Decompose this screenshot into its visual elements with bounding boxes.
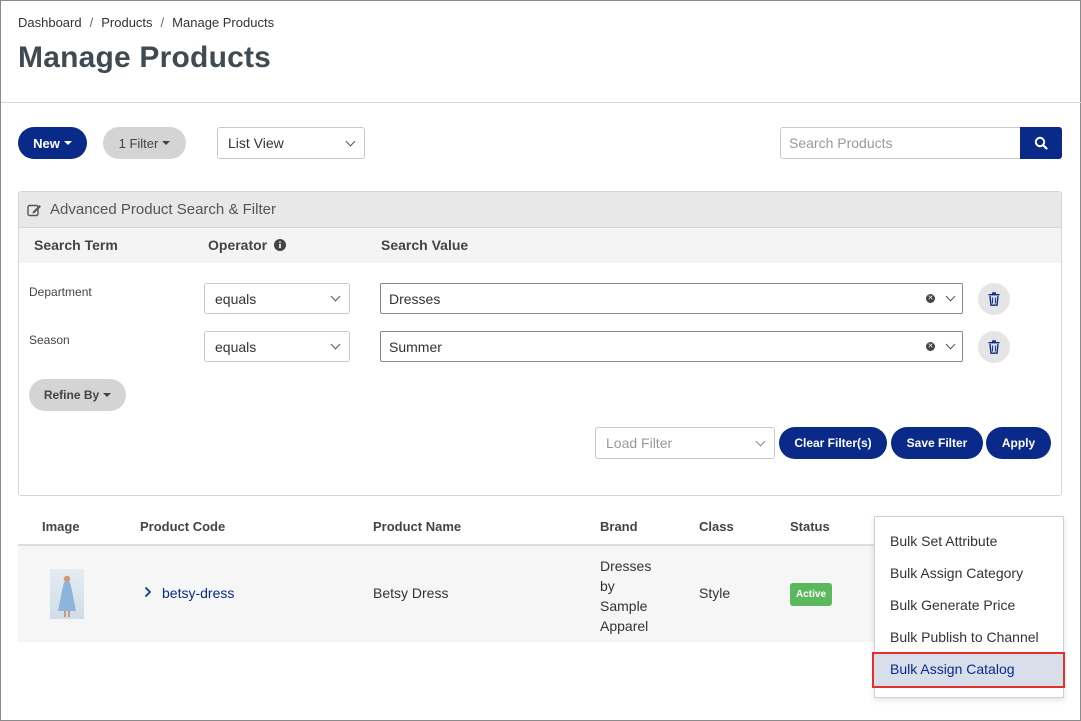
filter-value: Summer xyxy=(389,338,442,355)
new-button-label: New xyxy=(33,135,60,151)
caret-down-icon xyxy=(162,141,171,145)
brand-line: Apparel xyxy=(600,618,649,634)
filter-term-department: Department xyxy=(29,285,92,299)
search-products-input[interactable] xyxy=(780,127,1021,159)
chevron-right-icon xyxy=(144,586,152,598)
breadcrumb-dashboard[interactable]: Dashboard xyxy=(18,15,82,30)
new-button[interactable]: New xyxy=(18,127,87,159)
filter-term-season: Season xyxy=(29,333,70,347)
breadcrumb: Dashboard / Products / Manage Products xyxy=(18,15,274,30)
edit-icon xyxy=(27,203,42,217)
menu-item-bulk-publish-to-channel[interactable]: Bulk Publish to Channel xyxy=(890,629,1039,645)
operator-select-department[interactable]: equals xyxy=(204,283,350,314)
expand-row-button[interactable] xyxy=(144,585,152,601)
trash-icon xyxy=(988,340,1000,354)
col-operator: Operator xyxy=(208,237,287,253)
operator-value: equals xyxy=(215,338,257,355)
chevron-down-icon xyxy=(345,136,356,146)
operator-value: equals xyxy=(215,290,257,307)
th-status[interactable]: Status xyxy=(790,519,830,534)
clear-value-icon[interactable]: ✕ xyxy=(926,342,935,351)
clear-value-icon[interactable]: ✕ xyxy=(926,294,935,303)
filter-button-label: 1 Filter xyxy=(118,135,159,151)
value-select-department[interactable]: Dresses ✕ xyxy=(380,283,963,314)
save-filter-button[interactable]: Save Filter xyxy=(891,427,983,459)
col-search-term: Search Term xyxy=(34,237,118,253)
product-code-link[interactable]: betsy-dress xyxy=(162,585,234,601)
th-brand[interactable]: Brand xyxy=(600,519,638,534)
clear-filters-button[interactable]: Clear Filter(s) xyxy=(779,427,887,459)
menu-item-bulk-assign-category[interactable]: Bulk Assign Category xyxy=(890,565,1023,581)
caret-down-icon xyxy=(103,393,112,397)
filter-column-headers: Search Term Operator Search Value xyxy=(19,228,1061,263)
caret-down-icon xyxy=(63,141,72,145)
brand-line: Sample xyxy=(600,598,648,614)
menu-item-bulk-assign-catalog[interactable]: Bulk Assign Catalog xyxy=(890,661,1015,677)
info-icon[interactable] xyxy=(274,239,287,251)
chevron-down-icon[interactable] xyxy=(945,291,956,302)
load-filter-placeholder: Load Filter xyxy=(606,435,673,451)
view-select[interactable]: List View xyxy=(217,127,365,159)
status-badge: Active xyxy=(790,583,832,606)
panel-title: Advanced Product Search & Filter xyxy=(50,201,276,218)
brand-line: Dresses xyxy=(600,558,652,574)
chevron-down-icon[interactable] xyxy=(945,339,956,350)
operator-select-season[interactable]: equals xyxy=(204,331,350,362)
bulk-actions-list: Bulk Set Attribute Bulk Assign Category … xyxy=(874,516,1064,698)
product-name-cell: Betsy Dress xyxy=(373,585,449,601)
search-button[interactable] xyxy=(1020,127,1062,159)
header-divider xyxy=(1,102,1081,103)
brand-cell: Dresses by Sample Apparel xyxy=(600,556,651,636)
filter-value: Dresses xyxy=(389,290,441,307)
chevron-down-icon xyxy=(755,436,766,446)
breadcrumb-separator: / xyxy=(89,15,94,30)
brand-line: by xyxy=(600,578,615,594)
delete-filter-button[interactable] xyxy=(978,331,1010,363)
panel-header: Advanced Product Search & Filter xyxy=(19,192,1061,228)
th-product-code[interactable]: Product Code xyxy=(140,519,225,534)
col-operator-label: Operator xyxy=(208,237,268,253)
filter-toggle-button[interactable]: 1 Filter xyxy=(103,127,186,159)
menu-item-bulk-generate-price[interactable]: Bulk Generate Price xyxy=(890,597,1015,613)
refine-by-button[interactable]: Refine By xyxy=(29,379,126,411)
th-image: Image xyxy=(42,519,80,534)
search-icon xyxy=(1034,136,1048,150)
breadcrumb-products[interactable]: Products xyxy=(101,15,152,30)
col-search-value: Search Value xyxy=(381,237,469,253)
apply-button[interactable]: Apply xyxy=(986,427,1051,459)
dress-image xyxy=(58,575,76,617)
th-class[interactable]: Class xyxy=(699,519,734,534)
chevron-down-icon xyxy=(330,339,341,350)
menu-item-bulk-set-attribute[interactable]: Bulk Set Attribute xyxy=(890,533,997,549)
class-cell: Style xyxy=(699,585,731,601)
th-product-name[interactable]: Product Name xyxy=(373,519,461,534)
value-select-season[interactable]: Summer ✕ xyxy=(380,331,963,362)
view-select-value: List View xyxy=(228,135,284,151)
refine-by-label: Refine By xyxy=(43,388,100,402)
product-thumbnail[interactable] xyxy=(50,569,84,619)
trash-icon xyxy=(988,292,1000,306)
breadcrumb-current: Manage Products xyxy=(172,15,275,30)
delete-filter-button[interactable] xyxy=(978,283,1010,315)
breadcrumb-separator: / xyxy=(160,15,165,30)
load-filter-select[interactable]: Load Filter xyxy=(595,427,775,459)
chevron-down-icon xyxy=(330,291,341,302)
page-title: Manage Products xyxy=(18,41,272,74)
